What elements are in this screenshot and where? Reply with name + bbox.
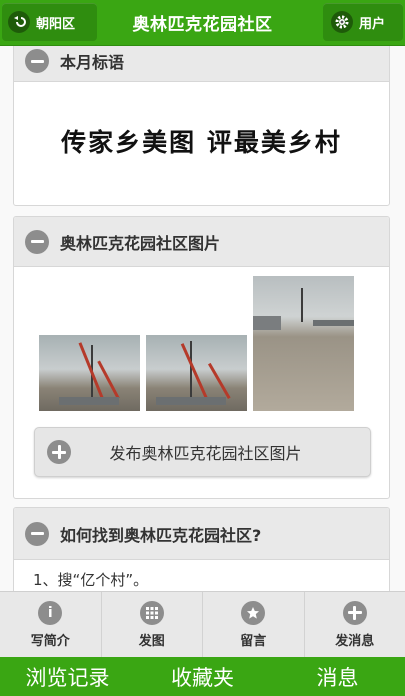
user-button[interactable]: 用户 bbox=[323, 3, 403, 41]
photos-card: 奥林匹克花园社区图片 发布奥林匹克花园社区图片 bbox=[13, 216, 390, 499]
slogan-card-header[interactable]: 本月标语 bbox=[14, 46, 389, 82]
publish-photo-label: 发布奥林匹克花园社区图片 bbox=[109, 444, 302, 463]
back-arrow-icon bbox=[8, 11, 30, 33]
find-heading: 如何找到奥林匹克花园社区? bbox=[60, 525, 262, 545]
send-message-label: 发消息 bbox=[335, 633, 375, 649]
slogan-card: 本月标语 传家乡美图 评最美乡村 bbox=[13, 46, 390, 206]
tab-history[interactable]: 浏览记录 bbox=[0, 657, 135, 696]
publish-photo-button[interactable]: 发布奥林匹克花园社区图片 bbox=[34, 427, 371, 477]
slogan-text: 传家乡美图 评最美乡村 bbox=[61, 127, 342, 157]
collapse-icon bbox=[25, 521, 49, 546]
gallery-photo[interactable] bbox=[39, 335, 140, 411]
photos-card-header[interactable]: 奥林匹克花园社区图片 bbox=[14, 217, 389, 267]
post-photo-button[interactable]: 发图 bbox=[102, 592, 203, 657]
collapse-icon bbox=[25, 49, 49, 73]
find-card-header[interactable]: 如何找到奥林匹克花园社区? bbox=[14, 508, 389, 560]
plus-icon bbox=[342, 600, 367, 625]
slogan-heading: 本月标语 bbox=[60, 53, 125, 72]
collapse-icon bbox=[25, 229, 49, 254]
post-photo-label: 发图 bbox=[138, 633, 165, 649]
write-intro-label: 写简介 bbox=[30, 633, 70, 649]
find-card: 如何找到奥林匹克花园社区? 1、搜“亿个村”。 bbox=[13, 507, 390, 591]
comment-label: 留言 bbox=[240, 633, 267, 649]
action-toolbar: i 写简介 发图 留言 发消息 bbox=[0, 591, 405, 657]
gear-icon bbox=[331, 11, 353, 33]
write-intro-button[interactable]: i 写简介 bbox=[0, 592, 102, 657]
top-header: 朝阳区 奥林匹克花园社区 用户 bbox=[0, 0, 405, 46]
tab-favorites[interactable]: 收藏夹 bbox=[135, 657, 270, 696]
grid-icon bbox=[139, 600, 164, 625]
app-root: 朝阳区 奥林匹克花园社区 用户 本月标语 传家乡美图 评最美乡村 奥林匹克花园社… bbox=[0, 0, 405, 696]
gallery-photo[interactable] bbox=[146, 335, 247, 411]
bottom-nav: 浏览记录 收藏夹 消息 bbox=[0, 657, 405, 696]
comment-button[interactable]: 留言 bbox=[203, 592, 305, 657]
info-icon: i bbox=[38, 600, 63, 625]
content-area[interactable]: 本月标语 传家乡美图 评最美乡村 奥林匹克花园社区图片 发布奥林匹克花园社区图片… bbox=[0, 46, 405, 591]
find-step-text: 1、搜“亿个村”。 bbox=[33, 571, 149, 589]
tab-messages[interactable]: 消息 bbox=[270, 657, 405, 696]
page-title: 奥林匹克花园社区 bbox=[132, 15, 273, 35]
gallery-photo[interactable] bbox=[253, 276, 354, 411]
back-button-label: 朝阳区 bbox=[36, 16, 76, 32]
star-icon bbox=[241, 600, 266, 625]
plus-icon bbox=[47, 440, 71, 464]
photo-gallery bbox=[14, 267, 389, 427]
user-button-label: 用户 bbox=[359, 16, 386, 32]
back-button[interactable]: 朝阳区 bbox=[2, 3, 97, 41]
photos-heading: 奥林匹克花园社区图片 bbox=[60, 233, 221, 253]
send-message-button[interactable]: 发消息 bbox=[305, 592, 405, 657]
